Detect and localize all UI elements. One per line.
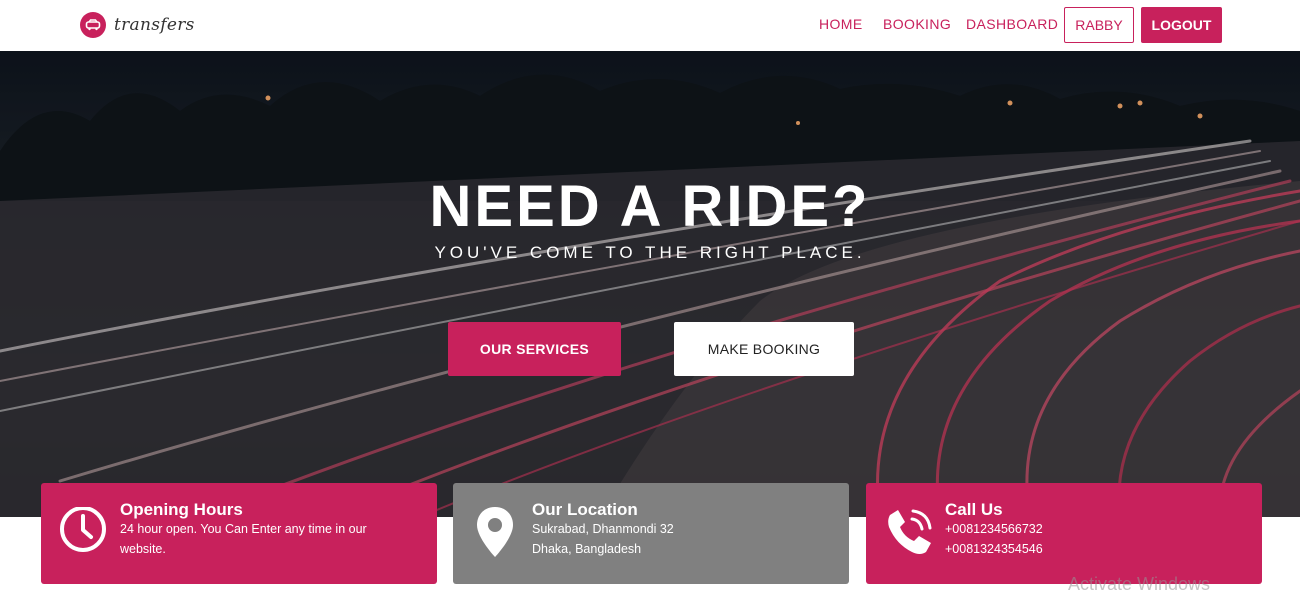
card-text-line: +0081234566732 [945, 522, 1043, 536]
card-text-line: Dhaka, Bangladesh [532, 542, 642, 556]
card-text-line: 24 hour open. You Can Enter any time in … [120, 522, 367, 536]
card-title: Our Location [532, 500, 638, 519]
user-profile-button[interactable]: RABBY [1064, 7, 1134, 43]
call-us-card: Call Us +0081234566732 +0081324354546 [866, 483, 1262, 584]
hero-subtitle: YOU'VE COME TO THE RIGHT PLACE. [434, 243, 866, 262]
logout-button[interactable]: LOGOUT [1141, 7, 1222, 43]
card-text-line: +0081324354546 [945, 542, 1043, 556]
car-icon [80, 12, 106, 38]
card-text-line: website. [120, 542, 166, 556]
brand-name: transfers [114, 15, 195, 35]
card-title: Call Us [945, 500, 1003, 519]
nav-home-link[interactable]: HOME [819, 16, 863, 32]
location-pin-icon [471, 507, 523, 559]
nav-dashboard-link[interactable]: DASHBOARD [966, 16, 1058, 32]
nav-booking-link[interactable]: BOOKING [883, 16, 951, 32]
opening-hours-card: Opening Hours 24 hour open. You Can Ente… [41, 483, 437, 584]
clock-icon [59, 506, 111, 559]
our-location-card: Our Location Sukrabad, Dhanmondi 32 Dhak… [453, 483, 849, 584]
navbar: transfers HOME BOOKING DASHBOARD RABBY L… [0, 0, 1300, 51]
os-watermark: Activate Windows [1068, 574, 1211, 594]
hero-title: NEED A RIDE? [429, 174, 871, 239]
phone-icon [884, 507, 936, 559]
hero-banner: NEED A RIDE? YOU'VE COME TO THE RIGHT PL… [0, 51, 1300, 517]
card-text-line: Sukrabad, Dhanmondi 32 [532, 522, 674, 536]
our-services-button[interactable]: OUR SERVICES [448, 322, 621, 376]
card-title: Opening Hours [120, 500, 243, 519]
brand-logo[interactable]: transfers [80, 12, 195, 38]
hero-background-image [0, 51, 1300, 517]
make-booking-button[interactable]: MAKE BOOKING [674, 322, 854, 376]
